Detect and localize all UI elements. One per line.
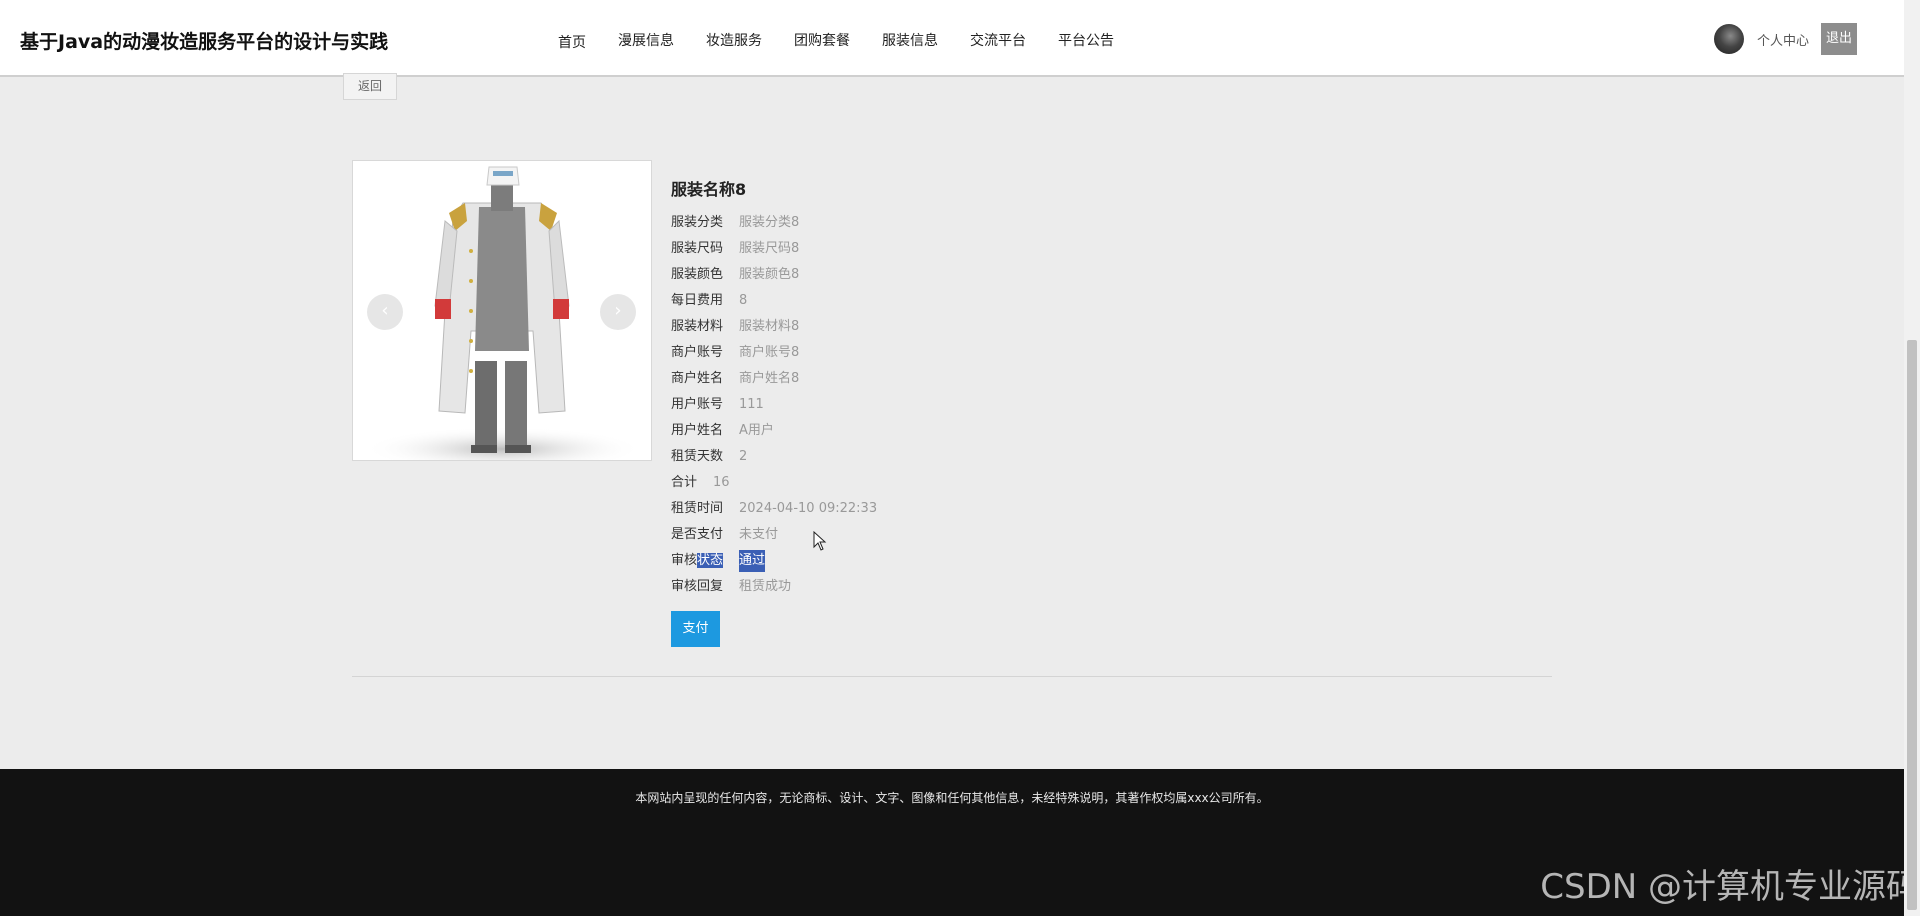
detail-value: 商户姓名8 [739, 371, 800, 386]
detail-label: 服装尺码 [671, 241, 724, 256]
detail-value: 8 [739, 293, 748, 308]
detail-label: 商户姓名 [671, 371, 724, 386]
detail-label: 租赁天数 [671, 449, 724, 464]
watermark: CSDN @计算机专业源码 [1540, 867, 1920, 907]
personal-center-link[interactable]: 个人中心 [1757, 30, 1809, 49]
mouse-cursor-icon [813, 531, 827, 551]
back-button[interactable]: 返回 [343, 73, 397, 100]
nav-item-group-package[interactable]: 团购套餐 [794, 30, 850, 52]
detail-label: 服装分类 [671, 215, 724, 230]
detail-row-user-name: 用户姓名 A用户 [671, 420, 877, 446]
detail-row-merchant-name: 商户姓名 商户姓名8 [671, 368, 877, 394]
top-header: 基于Java的动漫妆造服务平台的设计与实践 首页 漫展信息 妆造服务 团购套餐 … [0, 0, 1904, 77]
page: 基于Java的动漫妆造服务平台的设计与实践 首页 漫展信息 妆造服务 团购套餐 … [0, 0, 1920, 916]
detail-row-rental-days: 租赁天数 2 [671, 446, 877, 472]
detail-label: 合计 [671, 475, 698, 490]
detail-row-total: 合计 16 [671, 472, 877, 498]
detail-value-highlight: 通过 [739, 550, 766, 572]
detail-value: 服装材料8 [739, 319, 800, 334]
detail-row-rental-time: 租赁时间 2024-04-10 09:22:33 [671, 498, 877, 524]
detail-label: 商户账号 [671, 345, 724, 360]
detail-row-user-account: 用户账号 111 [671, 394, 877, 420]
detail-row-size: 服装尺码 服装尺码8 [671, 238, 877, 264]
nav-item-costume-info[interactable]: 服装信息 [882, 30, 938, 52]
content-divider [352, 676, 1552, 677]
detail-row-daily-fee: 每日费用 8 [671, 290, 877, 316]
detail-value: 服装分类8 [739, 215, 800, 230]
detail-row-material: 服装材料 服装材料8 [671, 316, 877, 342]
detail-label: 是否支付 [671, 527, 724, 542]
detail-row-review-reply: 审核回复 租赁成功 [671, 576, 877, 602]
detail-value: 16 [713, 475, 730, 490]
nav-item-expo-info[interactable]: 漫展信息 [618, 30, 674, 52]
detail-label: 每日费用 [671, 293, 724, 308]
carousel-next-button[interactable]: › [600, 294, 636, 330]
nav-item-home[interactable]: 首页 [558, 32, 586, 52]
nav-item-forum[interactable]: 交流平台 [970, 30, 1026, 52]
detail-label: 服装颜色 [671, 267, 724, 282]
detail-value: 2024-04-10 09:22:33 [739, 501, 878, 516]
detail-value: 2 [739, 449, 748, 464]
detail-value: 服装尺码8 [739, 241, 800, 256]
detail-label: 租赁时间 [671, 501, 724, 516]
scrollbar-thumb[interactable] [1907, 340, 1917, 910]
detail-row-review-status: 审核状态 通过 [671, 550, 877, 576]
detail-value: 未支付 [739, 527, 779, 542]
main-nav: 首页 漫展信息 妆造服务 团购套餐 服装信息 交流平台 平台公告 [558, 30, 1146, 52]
detail-row-category: 服装分类 服装分类8 [671, 212, 877, 238]
detail-label-prefix: 审核 [671, 553, 698, 568]
detail-label: 用户账号 [671, 397, 724, 412]
vertical-scrollbar[interactable] [1904, 0, 1920, 916]
product-image-carousel: ‹ › [352, 160, 652, 461]
pay-button[interactable]: 支付 [671, 611, 720, 647]
detail-value: 租赁成功 [739, 579, 792, 594]
detail-value: 111 [739, 397, 764, 412]
footer-copyright: 本网站内呈现的任何内容，无论商标、设计、文字、图像和任何其他信息，未经特殊说明，… [635, 791, 1269, 805]
detail-row-merchant-account: 商户账号 商户账号8 [671, 342, 877, 368]
detail-label: 审核状态 [671, 550, 724, 572]
detail-row-color: 服装颜色 服装颜色8 [671, 264, 877, 290]
avatar[interactable] [1714, 24, 1744, 54]
detail-value: A用户 [739, 423, 774, 438]
detail-list: 服装分类 服装分类8 服装尺码 服装尺码8 服装颜色 服装颜色8 每日费用 8 服装材料… [671, 212, 877, 602]
nav-item-announcements[interactable]: 平台公告 [1058, 30, 1114, 52]
detail-label-highlight: 状态 [697, 553, 724, 568]
user-area: 个人中心 退出 [1714, 23, 1858, 55]
nav-item-makeup-service[interactable]: 妆造服务 [706, 30, 762, 52]
detail-label: 服装材料 [671, 319, 724, 334]
logout-button[interactable]: 退出 [1821, 23, 1858, 55]
costume-name-title: 服装名称8 [671, 180, 747, 199]
detail-value: 服装颜色8 [739, 267, 800, 282]
detail-label: 用户姓名 [671, 423, 724, 438]
site-title: 基于Java的动漫妆造服务平台的设计与实践 [20, 31, 389, 53]
detail-label: 审核回复 [671, 579, 724, 594]
carousel-prev-button[interactable]: ‹ [367, 294, 403, 330]
detail-row-payment-status: 是否支付 未支付 [671, 524, 877, 550]
detail-value: 商户账号8 [739, 345, 800, 360]
